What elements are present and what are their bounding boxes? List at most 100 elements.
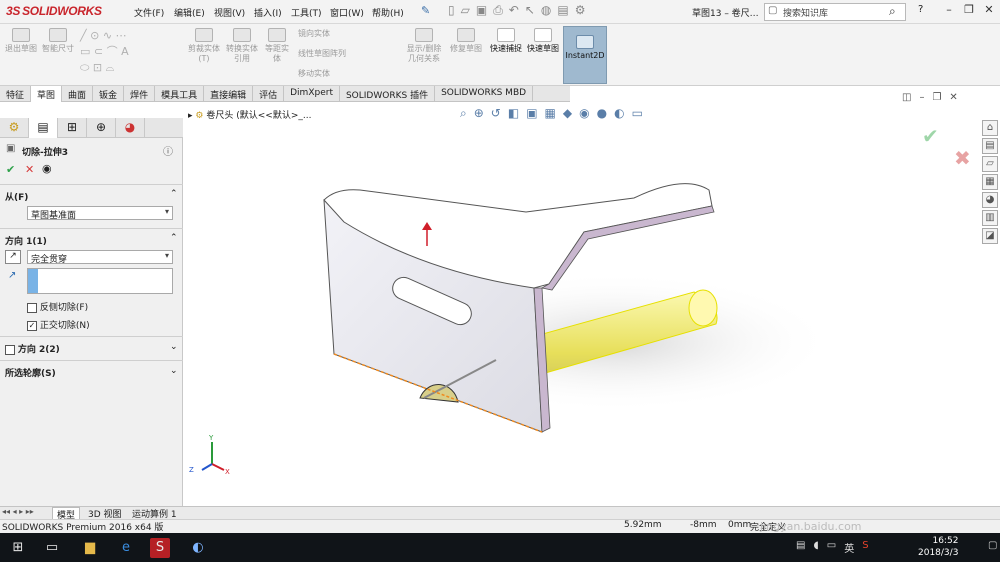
select-icon[interactable]: ↖ <box>525 3 535 21</box>
trim-entities-button[interactable]: 剪裁实体(T) <box>186 28 222 64</box>
part-model-view[interactable]: Y X Z <box>184 102 1000 506</box>
offset-icon <box>268 28 286 42</box>
configuration-manager-tab-icon[interactable]: ⊞ <box>58 118 87 138</box>
menu-file[interactable]: 文件(F) <box>134 6 164 19</box>
confirm-corner-cancel-icon[interactable]: ✖ <box>954 146 971 170</box>
print-icon[interactable]: ⎙ <box>493 3 503 21</box>
undo-icon[interactable]: ↶ <box>509 3 519 21</box>
instant2d-button[interactable]: Instant2D <box>563 26 607 84</box>
tab-features[interactable]: 特征 <box>0 86 32 102</box>
tab-sheet-metal[interactable]: 钣金 <box>93 86 125 102</box>
minimize-button[interactable]: – <box>942 3 956 19</box>
quick-snaps-button[interactable]: 快速捕捉 <box>490 28 522 54</box>
input-method-icon[interactable]: S <box>862 540 868 555</box>
menu-tools[interactable]: 工具(T) <box>291 6 322 19</box>
rapid-sketch-button[interactable]: 快速草图 <box>526 28 560 54</box>
tab-mbd[interactable]: SOLIDWORKS MBD <box>435 86 534 102</box>
sketch-entities-group[interactable]: ╱ ⊙ ∿ ⋯ ▭ ⊂ ⌒ A ⬭ ⊡ ⌓ <box>80 28 182 80</box>
end-condition-select[interactable]: 完全贯穿 ▾ <box>27 250 173 265</box>
collapse-chevron-icon[interactable]: ⌃ <box>170 233 178 243</box>
close-button[interactable]: ✕ <box>982 3 996 19</box>
help-icon[interactable]: ? <box>918 4 923 15</box>
media-app-icon[interactable]: ◐ <box>188 538 208 558</box>
collapse-chevron-icon[interactable]: ⌃ <box>170 189 178 199</box>
offset-entities-button[interactable]: 等距实体 <box>262 28 292 64</box>
menu-window[interactable]: 窗口(W) <box>330 6 364 19</box>
dropdown-chevron-icon: ▾ <box>164 251 169 260</box>
repair-sketch-button[interactable]: 修复草图 <box>450 28 482 54</box>
file-explorer-icon[interactable]: ▱ <box>982 156 998 172</box>
menu-help[interactable]: 帮助(H) <box>372 6 404 19</box>
task-view-icon[interactable]: ▭ <box>42 538 62 558</box>
edge-browser-icon[interactable]: e <box>116 538 136 558</box>
home-icon[interactable]: ⌂ <box>982 120 998 136</box>
tab-weldments[interactable]: 焊件 <box>124 86 156 102</box>
solidworks-logo[interactable]: 3S SOLIDWORKS <box>6 4 102 18</box>
expand-chevron-icon[interactable]: ⌄ <box>170 366 178 376</box>
tab-surfaces[interactable]: 曲面 <box>62 86 94 102</box>
direction2-section[interactable]: 方向 2(2) <box>5 342 60 355</box>
snap-icon <box>497 28 515 42</box>
reverse-direction-icon[interactable]: ↗ <box>5 250 21 264</box>
property-manager-tab-icon[interactable]: ▤ <box>29 118 58 138</box>
taskbar-clock[interactable]: 16:52 2018/3/3 <box>918 535 958 559</box>
confirm-corner-ok-icon[interactable]: ✔ <box>922 124 939 148</box>
network-icon[interactable]: ▤ <box>796 540 805 555</box>
convert-entities-button[interactable]: 转换实体引用 <box>224 28 260 64</box>
save-icon[interactable]: ▣ <box>476 3 487 21</box>
design-library-icon[interactable]: ▤ <box>982 138 998 154</box>
file-explorer-icon[interactable]: ▆ <box>80 538 100 558</box>
move-entities-button[interactable]: 移动实体 <box>298 69 330 79</box>
volume-icon[interactable]: ◖ <box>813 540 818 555</box>
tab-mold-tools[interactable]: 模具工具 <box>155 86 205 102</box>
exit-sketch-button[interactable]: 退出草图 <box>4 28 38 54</box>
view-palette-icon[interactable]: ▦ <box>982 174 998 190</box>
direction1-section-title[interactable]: 方向 1(1) <box>5 234 47 247</box>
search-icon[interactable]: ⌕ <box>889 4 896 19</box>
options-gear-icon[interactable]: ⚙ <box>575 3 586 21</box>
feature-manager-tab-icon[interactable]: ⚙ <box>0 118 29 138</box>
menu-insert[interactable]: 插入(I) <box>254 6 282 19</box>
mirror-entities-button[interactable]: 镜向实体 <box>298 29 330 39</box>
menu-edit[interactable]: 编辑(E) <box>174 6 205 19</box>
file-properties-icon[interactable]: ▤ <box>557 3 568 21</box>
tab-sketch[interactable]: 草图 <box>31 86 63 102</box>
from-select[interactable]: 草图基准面 ▾ <box>27 206 173 221</box>
appearances-icon[interactable]: ◕ <box>982 192 998 208</box>
open-icon[interactable]: ▱ <box>461 3 470 21</box>
tab-dimxpert[interactable]: DimXpert <box>284 86 340 102</box>
notification-icon[interactable]: ▭ <box>827 540 836 555</box>
ime-language[interactable]: 英 <box>844 540 854 555</box>
tab-evaluate[interactable]: 评估 <box>253 86 285 102</box>
pin-icon[interactable]: ✎ <box>421 4 430 17</box>
restore-button[interactable]: ❐ <box>962 3 976 19</box>
y-coordinate: -8mm <box>690 520 717 530</box>
selected-contours-section[interactable]: 所选轮廓(S) <box>5 366 56 379</box>
tab-scroll-arrows-icon[interactable]: ◂◂ ◂ ▸ ▸▸ <box>2 507 34 516</box>
direction-selection-box[interactable] <box>27 268 173 294</box>
tab-addins[interactable]: SOLIDWORKS 插件 <box>340 86 436 102</box>
custom-properties-icon[interactable]: ▥ <box>982 210 998 226</box>
display-relations-button[interactable]: 显示/删除几何关系 <box>404 28 444 64</box>
new-document-icon[interactable]: ▯ <box>448 3 455 21</box>
forum-icon[interactable]: ◪ <box>982 228 998 244</box>
dimxpert-tab-icon[interactable]: ⊕ <box>87 118 116 138</box>
rebuild-icon[interactable]: ◍ <box>541 3 551 21</box>
linear-pattern-button[interactable]: 线性草图阵列 <box>298 49 346 59</box>
search-box[interactable]: ▢ 搜索知识库 ⌕ <box>764 3 906 21</box>
flip-side-to-cut-checkbox[interactable]: 反侧切除(F) <box>27 300 88 313</box>
ok-check-icon[interactable]: ✔ <box>6 163 15 176</box>
expand-chevron-icon[interactable]: ⌄ <box>170 342 178 352</box>
help-circle-icon[interactable]: ⓘ <box>163 143 173 158</box>
smart-dimension-button[interactable]: 智能尺寸 <box>40 28 76 54</box>
notifications-icon[interactable]: ▢ <box>988 540 997 551</box>
display-manager-tab-icon[interactable]: ◕ <box>116 118 145 138</box>
normal-cut-checkbox[interactable]: ✓ 正交切除(N) <box>27 318 90 331</box>
menu-view[interactable]: 视图(V) <box>214 6 245 19</box>
solidworks-taskbar-icon[interactable]: S <box>150 538 170 558</box>
tab-direct-editing[interactable]: 直接编辑 <box>204 86 254 102</box>
from-section-title[interactable]: 从(F) <box>5 190 28 203</box>
detailed-preview-eye-icon[interactable]: ◉ <box>42 162 52 175</box>
cancel-x-icon[interactable]: ✕ <box>25 163 34 176</box>
start-windows-icon[interactable]: ⊞ <box>8 538 28 558</box>
